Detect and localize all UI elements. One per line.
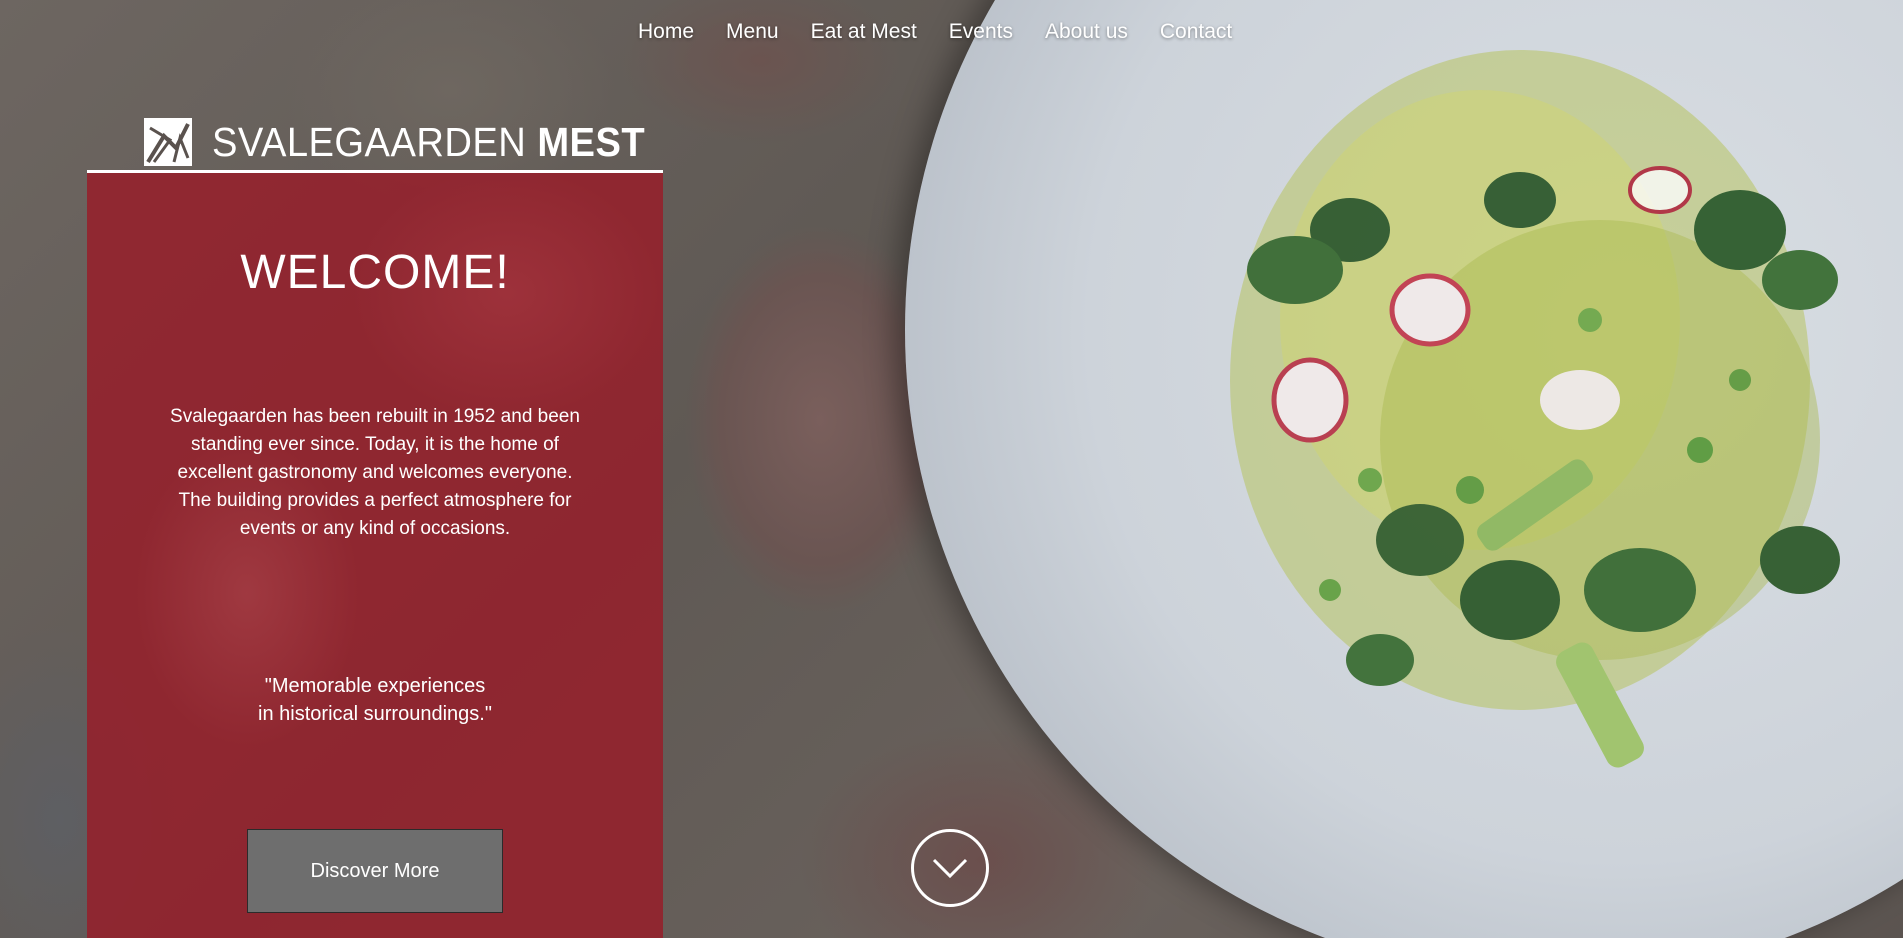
nav-home[interactable]: Home <box>638 20 694 44</box>
welcome-heading: WELCOME! <box>240 246 510 299</box>
intro-text: Svalegaarden has been rebuilt in 1952 an… <box>170 406 580 539</box>
scroll-down-button[interactable] <box>911 829 989 907</box>
logo-mark-icon <box>144 118 192 166</box>
nav-eat-at-mest[interactable]: Eat at Mest <box>811 20 917 44</box>
nav-events[interactable]: Events <box>949 20 1013 44</box>
quote-line-2: in historical surroundings." <box>258 703 492 725</box>
chevron-down-icon <box>932 858 968 879</box>
salad-image <box>1230 50 1840 768</box>
nav-menu[interactable]: Menu <box>726 20 779 44</box>
logo-name-bold: MEST <box>537 118 646 165</box>
hero-section: Home Menu Eat at Mest Events About us Co… <box>0 0 1903 938</box>
welcome-panel: WELCOME! Svalegaarden has been rebuilt i… <box>87 170 663 938</box>
quote-line-1: "Memorable experiences <box>264 675 486 697</box>
quote-text: "Memorable experiences in historical sur… <box>87 672 663 728</box>
logo-text: SVALEGAARDEN MEST <box>212 119 645 166</box>
logo-name-light: SVALEGAARDEN <box>212 118 527 165</box>
nav-about-us[interactable]: About us <box>1045 20 1128 44</box>
nav-contact[interactable]: Contact <box>1160 20 1232 44</box>
main-nav: Home Menu Eat at Mest Events About us Co… <box>638 20 1232 44</box>
discover-more-button[interactable]: Discover More <box>247 829 503 913</box>
site-logo[interactable]: SVALEGAARDEN MEST <box>144 118 678 166</box>
